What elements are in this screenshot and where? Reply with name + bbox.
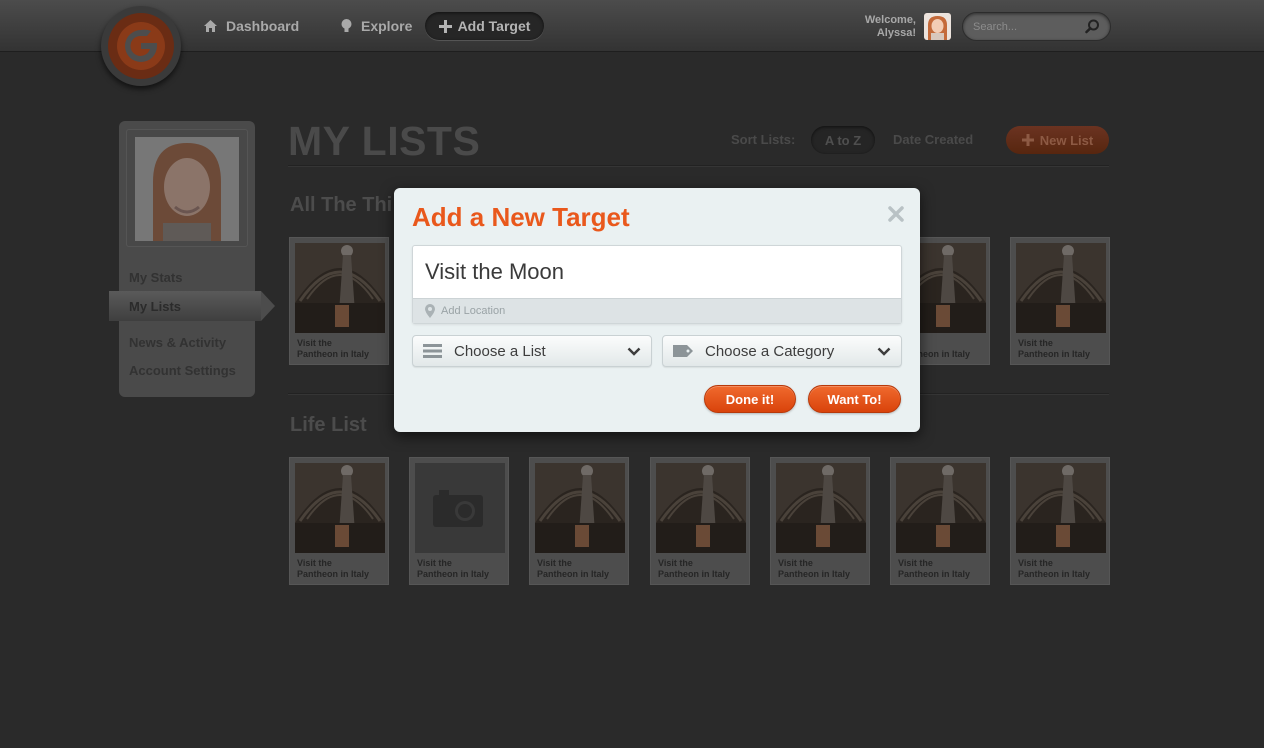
list-card[interactable]: Visit the Pantheon in Italy [289, 237, 389, 365]
sidebar-item-label: News & Activity [129, 335, 227, 350]
pantheon-image [776, 463, 866, 553]
search-input[interactable] [973, 19, 1081, 35]
site-logo[interactable] [101, 6, 181, 86]
logo-g-icon [108, 13, 174, 79]
target-name-input[interactable] [413, 246, 901, 298]
card-image [535, 463, 625, 553]
pantheon-image [535, 463, 625, 553]
new-list-label: New List [1039, 132, 1094, 148]
sidebar-item-news-activity[interactable]: News & Activity [129, 335, 226, 350]
choose-category-label: Choose a Category [705, 342, 835, 360]
card-label: Visit the Pantheon in Italy [1018, 338, 1091, 359]
profile-photo-frame [126, 129, 248, 247]
list-card[interactable]: Visit the Pantheon in Italy [529, 457, 629, 585]
card-label: Visit the Pantheon in Italy [658, 558, 731, 579]
camera-icon [433, 490, 483, 527]
done-it-button[interactable]: Done it! [704, 385, 796, 413]
pantheon-image [295, 463, 385, 553]
card-image [295, 243, 385, 333]
sidebar-item-account-settings[interactable]: Account Settings [129, 363, 236, 378]
nav-dashboard-label: Dashboard [226, 18, 300, 34]
add-target-modal: Add a New Target Add Location Choose a L… [394, 188, 920, 432]
sidebar-item-label: Account Settings [129, 363, 236, 378]
want-to-button[interactable]: Want To! [808, 385, 901, 413]
list-card[interactable]: Visit the Pantheon in Italy [770, 457, 870, 585]
card-label: Visit the Pantheon in Italy [537, 558, 610, 579]
card-label: Visit the Pantheon in Italy [417, 558, 490, 579]
card-label: Visit the Pantheon in Italy [778, 558, 851, 579]
card-label: Visit the Pantheon in Italy [898, 558, 971, 579]
sidebar: My Stats My Lists News & Activity Accoun… [109, 121, 275, 397]
add-location-placeholder: Add Location [441, 305, 506, 317]
list-card[interactable]: Visit the Pantheon in Italy [1010, 457, 1110, 585]
add-target-label: Add Target [457, 18, 531, 34]
bulb-icon [341, 19, 352, 32]
tag-icon [673, 345, 693, 357]
sort-date-created-button[interactable]: Date Created [893, 132, 973, 147]
card-label: Visit the Pantheon in Italy [297, 558, 370, 579]
pantheon-image [656, 463, 746, 553]
nav-dashboard[interactable]: Dashboard [203, 14, 299, 38]
card-image [656, 463, 746, 553]
card-label: Visit the Pantheon in Italy [1018, 558, 1091, 579]
section-title: Life List [290, 414, 367, 436]
search-box[interactable] [962, 12, 1111, 41]
page: Dashboard Explore Add Target Welcome, Al… [0, 0, 1264, 748]
chevron-down-icon [877, 347, 891, 356]
plus-icon [438, 19, 452, 33]
pantheon-image [1016, 463, 1106, 553]
pantheon-image [1016, 243, 1106, 333]
sidebar-item-my-stats[interactable]: My Stats [129, 270, 182, 285]
target-entry-box: Add Location [412, 245, 902, 324]
choose-list-label: Choose a List [454, 342, 546, 360]
list-icon [423, 344, 442, 358]
list-card[interactable]: Visit the Pantheon in Italy [650, 457, 750, 585]
nav-explore-label: Explore [361, 18, 413, 34]
section-title: All The Thi [290, 194, 393, 216]
list-card[interactable]: Visit the Pantheon in Italy [409, 457, 509, 585]
list-card[interactable]: Visit the Pantheon in Italy [890, 457, 990, 585]
divider [288, 165, 1109, 167]
sidebar-item-my-lists[interactable]: My Lists [109, 291, 275, 321]
profile-image [135, 137, 239, 241]
sort-a-to-z-button[interactable]: A to Z [811, 126, 875, 154]
add-location-field[interactable]: Add Location [413, 298, 901, 323]
card-image [896, 463, 986, 553]
sort-label: Sort Lists: [731, 132, 796, 147]
card-image-placeholder [415, 463, 505, 553]
top-navigation-bar: Dashboard Explore Add Target Welcome, Al… [0, 0, 1264, 52]
plus-icon [1021, 134, 1034, 146]
avatar-image [924, 13, 951, 40]
welcome-username: Alyssa! [876, 27, 916, 39]
modal-title: Add a New Target [412, 202, 630, 232]
card-image [1016, 243, 1106, 333]
location-pin-icon [425, 304, 435, 318]
profile-photo[interactable] [135, 137, 239, 241]
logo-graphic [117, 22, 165, 70]
sidebar-item-label: My Lists [129, 298, 182, 314]
sidebar-item-label: My Stats [129, 270, 183, 285]
pantheon-image [896, 463, 986, 553]
welcome-line1: Welcome, [864, 14, 916, 26]
home-icon [204, 20, 217, 32]
close-icon[interactable] [888, 206, 904, 222]
card-image [295, 463, 385, 553]
choose-category-dropdown[interactable]: Choose a Category [662, 335, 902, 367]
add-target-button[interactable]: Add Target [425, 12, 544, 40]
welcome-text: Welcome, Alyssa! [836, 14, 916, 40]
page-title: MY LISTS [288, 118, 481, 164]
new-list-button[interactable]: New List [1006, 126, 1109, 154]
nav-explore[interactable]: Explore [340, 14, 412, 38]
card-image [776, 463, 866, 553]
card-label: Visit the Pantheon in Italy [297, 338, 370, 359]
user-avatar[interactable] [924, 13, 951, 40]
chevron-down-icon [627, 347, 641, 356]
search-icon[interactable] [1085, 19, 1100, 34]
choose-list-dropdown[interactable]: Choose a List [412, 335, 652, 367]
list-card[interactable]: Visit the Pantheon in Italy [289, 457, 389, 585]
card-image [1016, 463, 1106, 553]
list-card[interactable]: Visit the Pantheon in Italy [1010, 237, 1110, 365]
pantheon-image [295, 243, 385, 333]
